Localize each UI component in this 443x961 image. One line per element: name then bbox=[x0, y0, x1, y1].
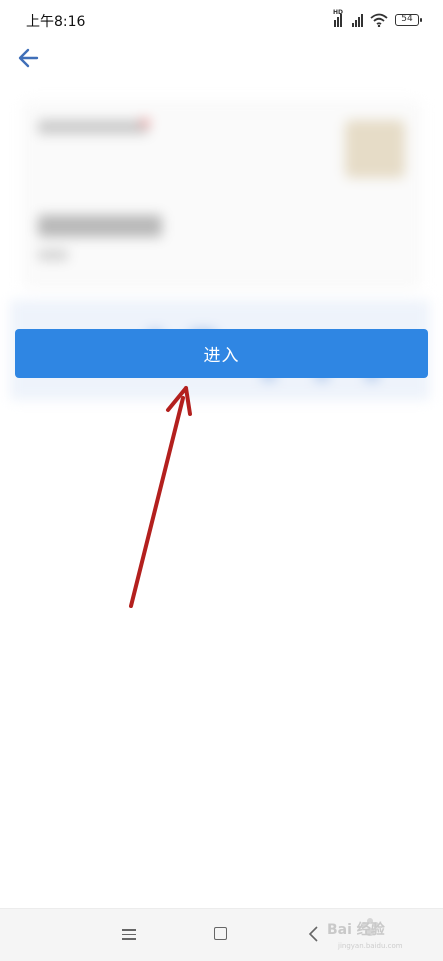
enter-button[interactable]: 进入 bbox=[15, 329, 428, 378]
watermark-text: Bai 经验 bbox=[327, 922, 385, 938]
status-icons: HD 54 bbox=[333, 9, 422, 30]
blurred-title bbox=[38, 120, 148, 134]
back-button[interactable] bbox=[14, 44, 44, 72]
wifi-icon bbox=[370, 13, 388, 27]
status-time: 上午8:16 bbox=[26, 14, 86, 30]
watermark-url: jingyan.baidu.com bbox=[338, 942, 403, 950]
battery-icon: 54 bbox=[395, 14, 422, 26]
system-nav-bar: Bai 经验 jingyan.baidu.com bbox=[0, 908, 443, 961]
home-icon[interactable] bbox=[214, 927, 227, 940]
signal-icon bbox=[352, 13, 363, 27]
blurred-thumbnail bbox=[345, 120, 405, 178]
status-bar: 上午8:16 HD 54 bbox=[0, 0, 443, 40]
arrow-left-icon bbox=[18, 48, 39, 68]
blurred-subtext bbox=[38, 250, 68, 260]
blurred-company-name bbox=[38, 215, 162, 237]
hd-label: HD bbox=[333, 9, 344, 16]
menu-icon[interactable] bbox=[122, 926, 136, 940]
blurred-badge bbox=[140, 118, 150, 128]
signal-hd-icon: HD bbox=[333, 9, 345, 27]
